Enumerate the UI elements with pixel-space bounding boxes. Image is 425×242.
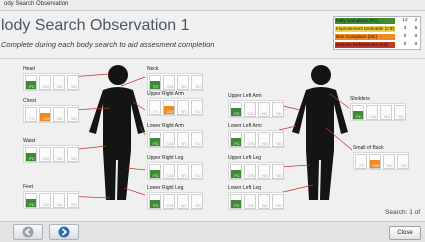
option-sd[interactable]: SD	[397, 154, 409, 169]
option-sd[interactable]: SD	[67, 147, 79, 162]
option-cid[interactable]: CID	[366, 105, 378, 120]
option-fc[interactable]: FC	[230, 194, 242, 209]
option-fc[interactable]: FC	[149, 100, 161, 115]
option-fc[interactable]: FC	[230, 132, 242, 147]
option-fc[interactable]: FC	[25, 75, 37, 90]
region-label: Neck	[147, 66, 159, 72]
option-sd[interactable]: SD	[394, 105, 406, 120]
back-button[interactable]	[13, 224, 43, 240]
rating-options: FC CID NC SD	[228, 130, 284, 148]
option-cid[interactable]: CID	[163, 194, 175, 209]
option-nc[interactable]: NC	[380, 105, 392, 120]
region-label: Sholders	[350, 96, 370, 102]
option-fc[interactable]: FC	[25, 193, 37, 208]
option-nc[interactable]: NC	[258, 132, 270, 147]
option-cid[interactable]: CID	[369, 154, 381, 169]
region-label: Lower Left Leg	[228, 185, 262, 191]
option-fc[interactable]: FC	[149, 194, 161, 209]
rating-options: FC CID NC SD	[23, 73, 79, 91]
rating-options: FC CID NC SD	[228, 162, 284, 180]
rating-options: FC CID NC SD	[147, 192, 203, 210]
option-cid[interactable]: CID	[163, 75, 175, 90]
option-cid[interactable]: CID	[163, 164, 175, 179]
option-cid[interactable]: CID	[39, 147, 51, 162]
region-label: Lower Right Arm	[147, 123, 184, 129]
option-nc[interactable]: NC	[177, 132, 189, 147]
option-nc[interactable]: NC	[177, 194, 189, 209]
option-sd[interactable]: SD	[191, 100, 203, 115]
option-sd[interactable]: SD	[272, 132, 284, 147]
search-status: Search: 1 of	[385, 209, 421, 216]
forward-arrow-icon	[58, 226, 70, 238]
option-nc[interactable]: NC	[258, 164, 270, 179]
option-nc[interactable]: NC	[53, 193, 65, 208]
option-nc[interactable]: NC	[258, 194, 270, 209]
option-cid[interactable]: CID	[39, 193, 51, 208]
region-label: Upper Right Leg	[147, 155, 184, 161]
rating-options: FC CID NC SD	[228, 192, 284, 210]
region-label: Lower Right Leg	[147, 185, 184, 191]
rating-options: FC CID NC SD	[350, 103, 406, 121]
region-label: Upper Right Arm	[147, 91, 184, 97]
option-sd[interactable]: SD	[67, 193, 79, 208]
option-fc[interactable]: FC	[25, 107, 37, 122]
rating-options: FC CID NC SD	[147, 162, 203, 180]
option-fc[interactable]: FC	[149, 132, 161, 147]
option-sd[interactable]: SD	[67, 75, 79, 90]
region-label: Lower Left Arm	[228, 123, 262, 129]
option-sd[interactable]: SD	[191, 164, 203, 179]
region-label: Feet	[23, 184, 34, 190]
body-front-silhouette	[89, 65, 145, 200]
option-fc[interactable]: FC	[230, 164, 242, 179]
option-nc[interactable]: NC	[177, 100, 189, 115]
region-label: Chest	[23, 98, 37, 104]
option-nc[interactable]: NC	[53, 147, 65, 162]
option-sd[interactable]: SD	[191, 75, 203, 90]
close-button[interactable]: Close	[389, 226, 421, 240]
rating-options: FC CID NC SD	[147, 130, 203, 148]
option-cid[interactable]: CID	[163, 132, 175, 147]
option-sd[interactable]: SD	[191, 194, 203, 209]
region-label: Small of Back	[353, 145, 384, 151]
option-nc[interactable]: NC	[383, 154, 395, 169]
region-label: Upper Left Arm	[228, 93, 262, 99]
rating-options: FC CID NC SD	[147, 98, 203, 116]
rating-options: FC CID NC SD	[228, 100, 284, 118]
option-cid[interactable]: CID	[244, 164, 256, 179]
option-cid[interactable]: CID	[244, 102, 256, 117]
option-sd[interactable]: SD	[272, 102, 284, 117]
option-fc[interactable]: FC	[149, 75, 161, 90]
region-label: Upper Left Leg	[228, 155, 262, 161]
option-nc[interactable]: NC	[177, 75, 189, 90]
option-nc[interactable]: NC	[53, 75, 65, 90]
option-nc[interactable]: NC	[53, 107, 65, 122]
rating-options: FC CID NC SD	[23, 191, 79, 209]
option-nc[interactable]: NC	[258, 102, 270, 117]
option-sd[interactable]: SD	[67, 107, 79, 122]
option-sd[interactable]: SD	[272, 194, 284, 209]
option-cid[interactable]: CID	[39, 75, 51, 90]
option-fc[interactable]: FC	[149, 164, 161, 179]
rating-options: FC CID NC SD	[147, 73, 203, 91]
option-fc[interactable]: FC	[230, 102, 242, 117]
body-back-silhouette	[292, 65, 348, 200]
forward-button[interactable]	[49, 224, 79, 240]
option-sd[interactable]: SD	[191, 132, 203, 147]
region-label: Head	[23, 66, 35, 72]
option-fc[interactable]: FC	[352, 105, 364, 120]
option-cid[interactable]: CID	[244, 194, 256, 209]
rating-options: FC CID NC SD	[23, 105, 79, 123]
option-sd[interactable]: SD	[272, 164, 284, 179]
rating-options: FC CID NC SD	[23, 145, 79, 163]
region-label: Waist	[23, 138, 36, 144]
option-cid[interactable]: CID	[39, 107, 51, 122]
option-cid[interactable]: CID	[244, 132, 256, 147]
rating-options: FC CID NC SD	[353, 152, 409, 170]
option-nc[interactable]: NC	[177, 164, 189, 179]
back-arrow-icon	[22, 226, 34, 238]
option-fc[interactable]: FC	[355, 154, 367, 169]
option-cid[interactable]: CID	[163, 100, 175, 115]
option-fc[interactable]: FC	[25, 147, 37, 162]
